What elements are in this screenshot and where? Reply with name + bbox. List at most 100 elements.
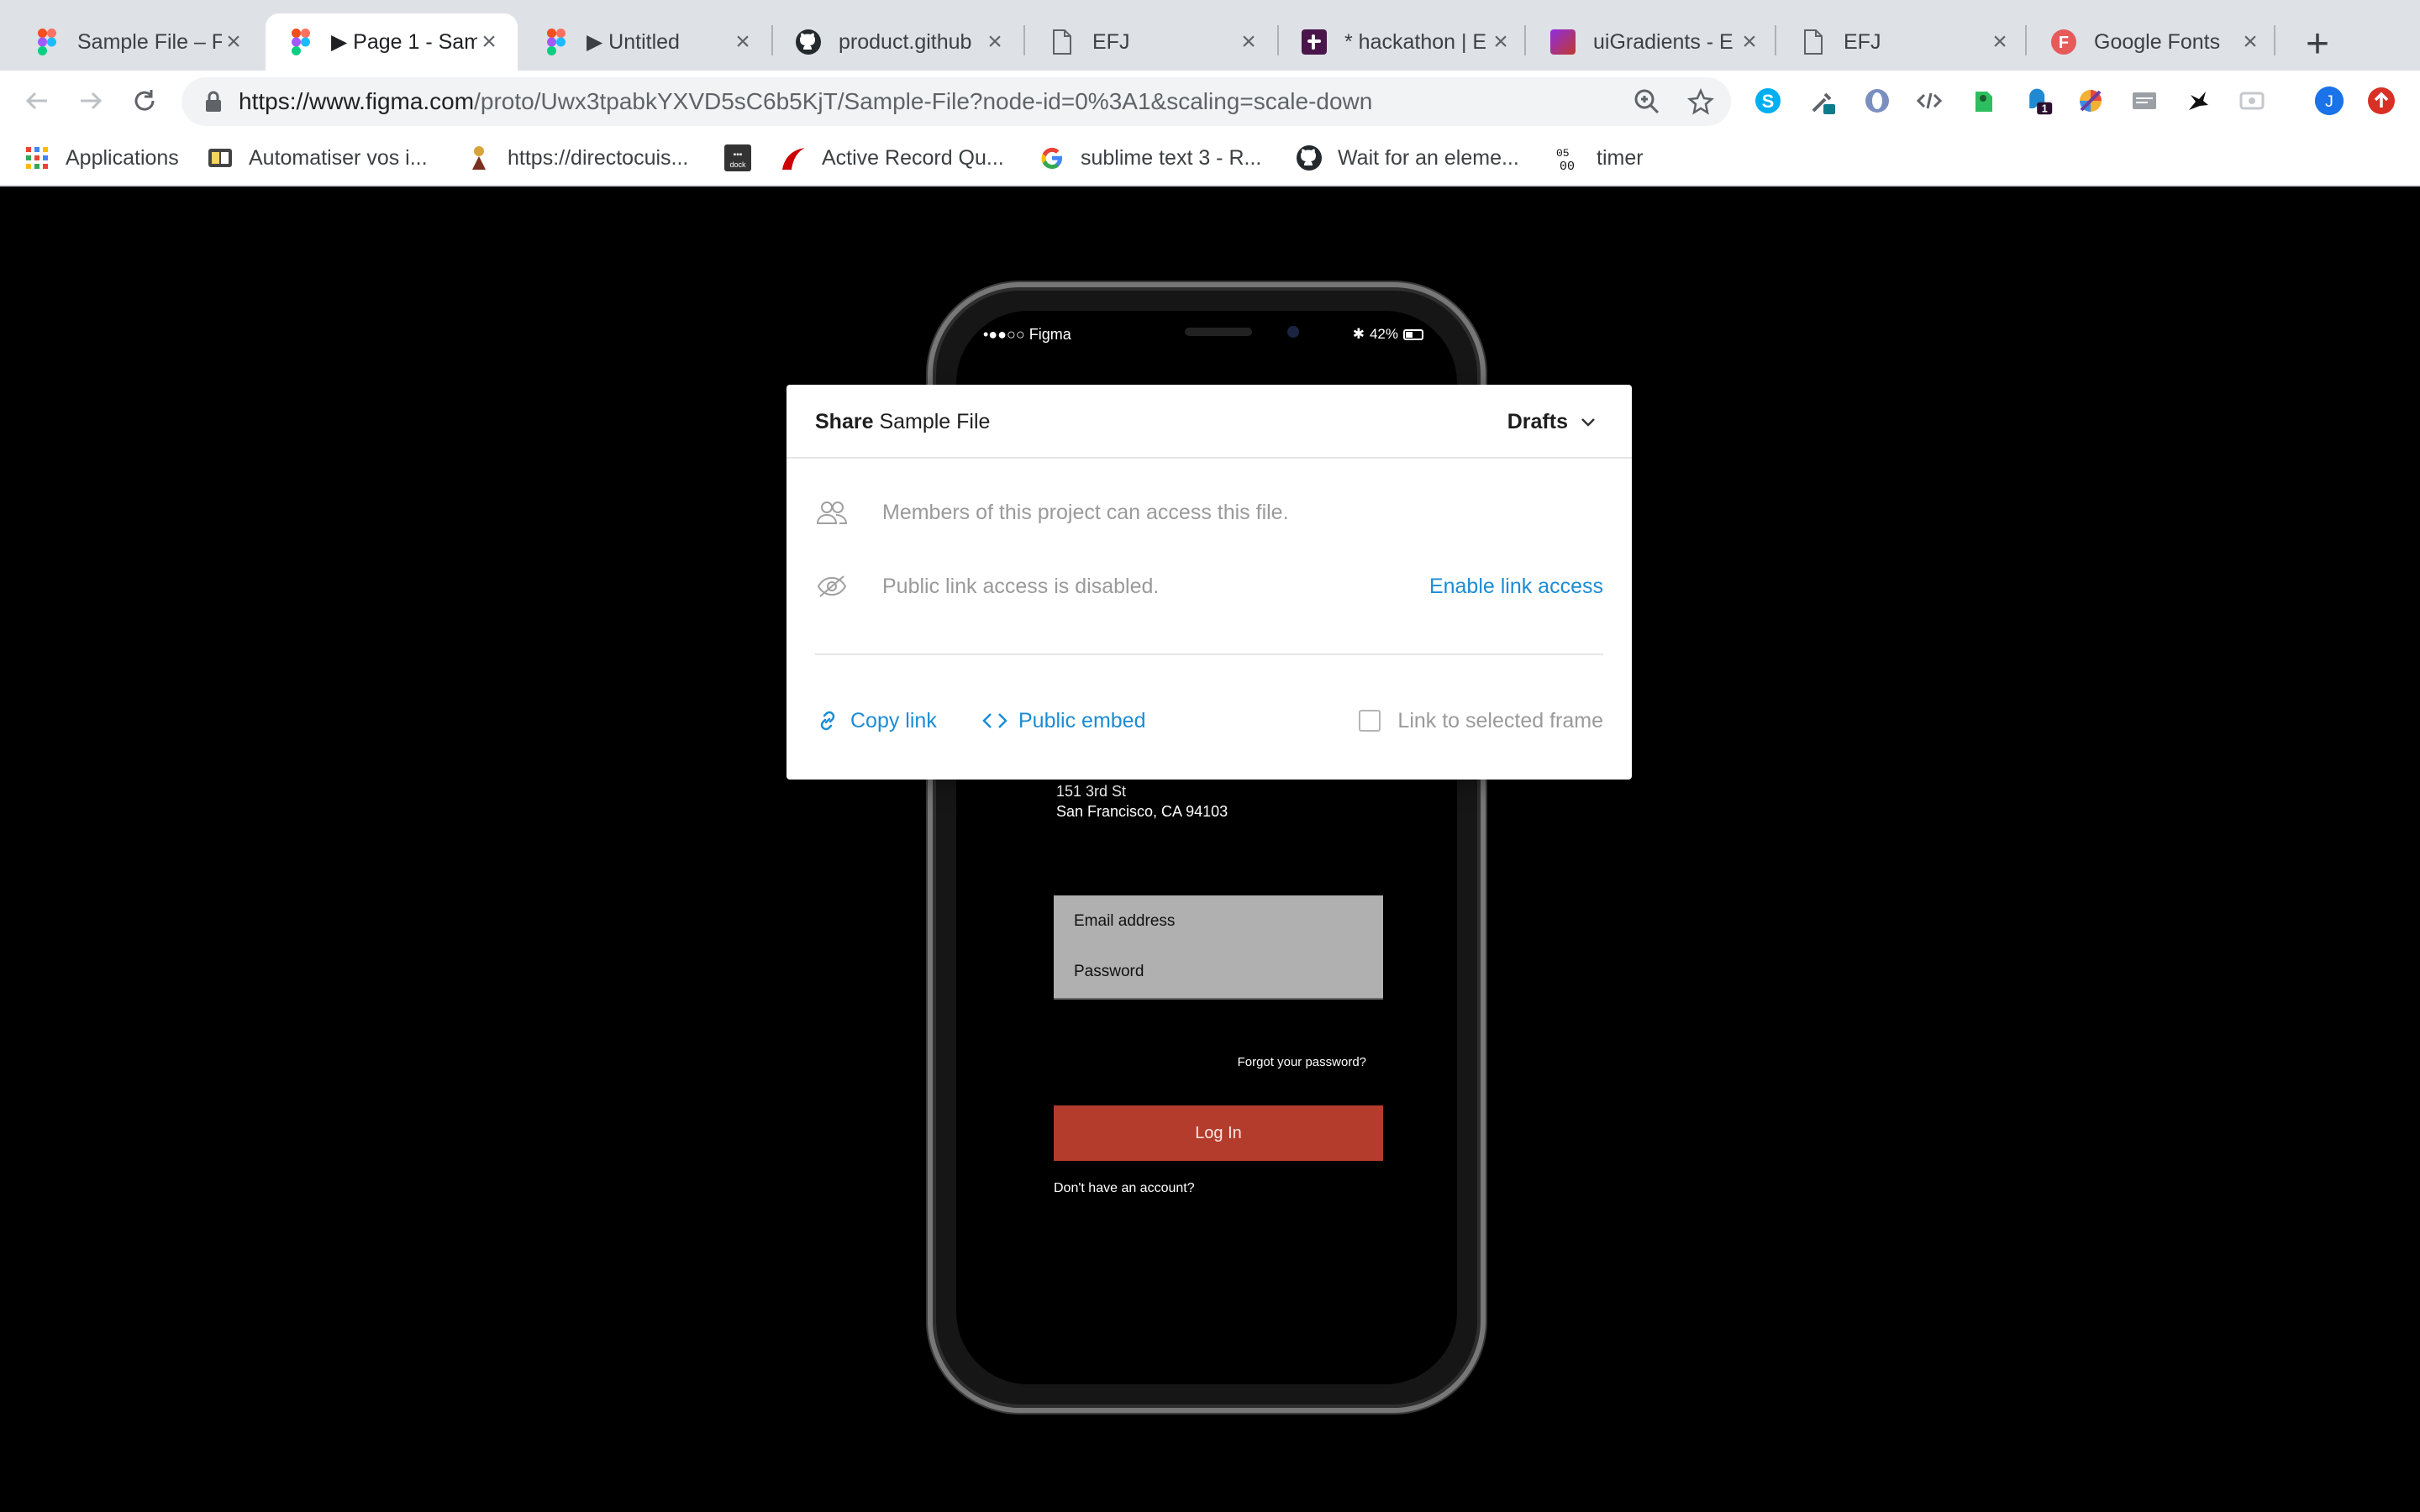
enable-link-access-button[interactable]: Enable link access	[1429, 575, 1603, 599]
svg-text:1: 1	[2042, 103, 2048, 115]
close-icon[interactable]: ×	[1988, 29, 2012, 55]
tab-untitled[interactable]: ▶ Untitled ×	[521, 13, 771, 71]
tab-uigradients[interactable]: uiGradients - E ×	[1528, 13, 1778, 71]
forgot-password-link[interactable]: Forgot your password?	[1238, 1055, 1366, 1069]
dialog-header: Share Sample File Drafts	[786, 385, 1632, 459]
tab-title: * hackathon | E	[1344, 29, 1487, 54]
opera-icon[interactable]	[1862, 86, 1892, 116]
close-icon[interactable]: ×	[731, 29, 755, 55]
eye-off-icon	[815, 570, 849, 603]
share-dialog: Share Sample File Drafts Members of this…	[786, 385, 1632, 780]
bookmark-label: Active Record Qu...	[822, 145, 1004, 170]
bluetooth-icon: ✱	[1352, 326, 1365, 342]
public-embed-button[interactable]: Public embed	[981, 704, 1145, 738]
login-button[interactable]: Log In	[1054, 1105, 1383, 1161]
tab-title: product.github	[839, 29, 972, 54]
dialog-divider	[815, 654, 1603, 655]
back-button[interactable]	[18, 82, 55, 119]
tab-title: EFJ	[1844, 29, 1881, 54]
arrow-left-icon	[25, 92, 47, 110]
link-to-frame-label: Link to selected frame	[1397, 708, 1603, 732]
tab-sample-file[interactable]: Sample File – F ×	[12, 13, 262, 71]
close-icon[interactable]: ×	[1489, 29, 1512, 55]
tab-title: Sample File – F	[77, 29, 222, 54]
bookmark-label: https://directocuis...	[508, 145, 689, 170]
location-dropdown[interactable]: Drafts	[1507, 410, 1597, 434]
avatar[interactable]: J	[2314, 86, 2344, 116]
signup-link[interactable]: Don't have an account?	[1054, 1181, 1195, 1196]
bookmark-label: sublime text 3 - R...	[1081, 145, 1262, 170]
address-bar[interactable]: https://www.figma.com/proto/Uwx3tpabkYXV…	[182, 77, 1731, 126]
link-to-selected-frame-option[interactable]: Link to selected frame	[1359, 704, 1603, 738]
tab-google-fonts[interactable]: F Google Fonts ×	[2028, 13, 2279, 71]
email-field[interactable]: Email address	[1054, 895, 1383, 949]
svg-text:J: J	[2325, 92, 2333, 111]
code-icon[interactable]	[1914, 86, 1944, 116]
svg-text:▪▪▪: ▪▪▪	[734, 150, 743, 160]
color-wheel-icon[interactable]	[2075, 86, 2106, 116]
svg-text:dock: dock	[729, 160, 746, 169]
lock-icon	[206, 91, 221, 112]
bookmark-devdocs[interactable]: ▪▪▪ dock	[724, 141, 766, 175]
public-link-status: Public link access is disabled.	[882, 574, 1160, 598]
figma-icon	[34, 29, 60, 55]
svg-text:05: 05	[1556, 147, 1570, 160]
location-label: Drafts	[1507, 410, 1568, 433]
bookmark-timer[interactable]: 05 00 timer	[1555, 141, 1644, 175]
tab-separator	[1775, 25, 1776, 55]
screen-capture-icon[interactable]	[2237, 86, 2267, 116]
ninja-icon[interactable]	[2183, 86, 2213, 116]
link-icon	[820, 711, 835, 731]
members-access-row: Members of this project can access this …	[815, 494, 1603, 531]
copy-link-label: Copy link	[850, 708, 937, 732]
reload-button[interactable]	[126, 82, 163, 119]
bookmark-active-record[interactable]: Active Record Qu...	[780, 141, 1004, 175]
tab-title: ▶ Untitled	[587, 30, 680, 54]
close-icon[interactable]: ×	[983, 29, 1007, 55]
bookmark-sublime[interactable]: sublime text 3 - R...	[1039, 141, 1261, 175]
star-icon[interactable]	[1687, 88, 1714, 115]
tab-product-github[interactable]: product.github ×	[773, 13, 1023, 71]
reload-icon	[134, 90, 155, 111]
close-icon[interactable]: ×	[1738, 29, 1761, 55]
zoom-icon[interactable]	[1634, 88, 1660, 115]
skype-icon[interactable]: S	[1753, 86, 1783, 116]
ghostery-icon[interactable]: 1	[2023, 86, 2054, 116]
tab-separator	[1524, 25, 1526, 55]
close-icon[interactable]: ×	[2238, 29, 2262, 55]
bookmark-label: Wait for an eleme...	[1338, 145, 1519, 170]
bookmark-automatiser[interactable]: Automatiser vos i...	[207, 141, 428, 175]
browser-toolbar: https://www.figma.com/proto/Uwx3tpabkYXV…	[0, 71, 2420, 131]
new-tab-button[interactable]: +	[2294, 20, 2341, 67]
status-battery: ✱ 42%	[1353, 326, 1423, 343]
camera-icon	[1287, 326, 1299, 338]
link-to-frame-checkbox[interactable]	[1359, 710, 1381, 732]
tab-title: ▶ Page 1 - Sam	[331, 30, 477, 54]
evernote-icon[interactable]	[1968, 86, 1998, 116]
copy-link-button[interactable]: Copy link	[815, 704, 937, 738]
forward-button[interactable]	[72, 82, 109, 119]
bookmark-wait-for-element[interactable]: Wait for an eleme...	[1296, 141, 1519, 175]
screen-ruler-icon[interactable]	[2129, 86, 2160, 116]
eyedropper-icon[interactable]	[1808, 86, 1839, 116]
tab-hackathon[interactable]: * hackathon | E ×	[1279, 13, 1529, 71]
tab-efj[interactable]: EFJ ×	[1027, 13, 1277, 71]
update-icon[interactable]	[2366, 86, 2396, 116]
bookmark-directocuis[interactable]: https://directocuis...	[466, 141, 688, 175]
close-icon[interactable]: ×	[1237, 29, 1260, 55]
tab-strip: Sample File – F × ▶ Page 1 - Sam × ▶ Unt…	[0, 0, 2420, 71]
tab-title: EFJ	[1092, 29, 1130, 54]
close-icon[interactable]: ×	[222, 29, 245, 55]
tab-efj-2[interactable]: EFJ ×	[1778, 13, 2028, 71]
figma-icon	[543, 29, 570, 55]
book-icon	[207, 144, 234, 171]
tab-title: uiGradients - E	[1593, 29, 1733, 54]
password-field[interactable]: Password	[1054, 946, 1383, 1000]
bookmark-applications[interactable]: Applications	[24, 141, 179, 175]
public-embed-label: Public embed	[1018, 708, 1146, 732]
chef-icon	[466, 144, 492, 171]
close-icon[interactable]: ×	[477, 29, 501, 55]
tab-separator	[1023, 25, 1025, 55]
tab-page-1[interactable]: ▶ Page 1 - Sam ×	[266, 13, 518, 71]
bookmark-label: timer	[1597, 145, 1644, 170]
